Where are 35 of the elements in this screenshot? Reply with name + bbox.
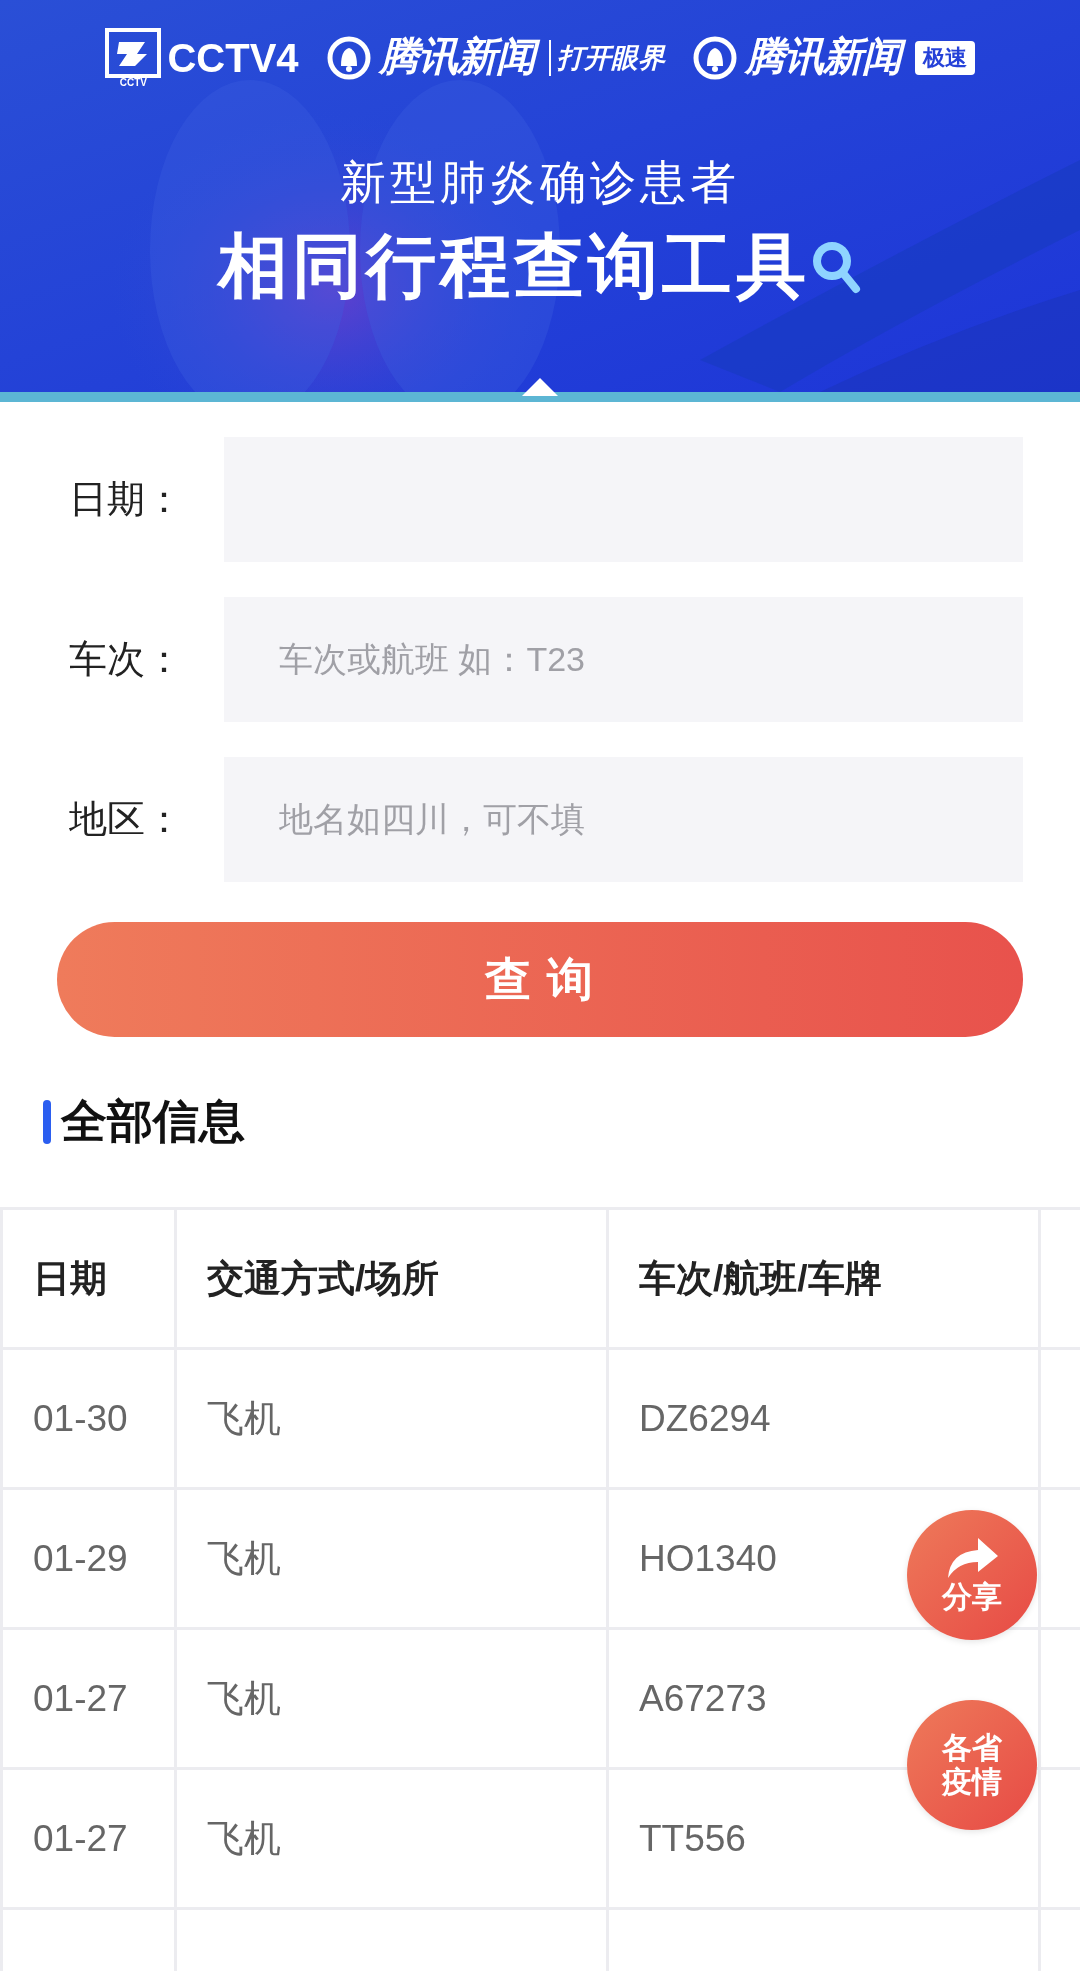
pointer-notch <box>522 378 558 396</box>
query-button[interactable]: 查 询 <box>57 922 1023 1037</box>
accent-bar <box>43 1100 51 1144</box>
bell-logo-icon <box>326 36 371 80</box>
province-epidemic-button[interactable]: 各省疫情 <box>907 1700 1037 1830</box>
table-cell: 飞机 <box>175 1348 608 1489</box>
column-header: 交通方式/场所 <box>175 1208 608 1349</box>
table-cell: 01-29 <box>1 1488 176 1629</box>
table-cell: 01-27 <box>1 1628 176 1769</box>
edition-badge: 极速 <box>914 41 975 75</box>
share-button[interactable]: 分享 <box>907 1510 1037 1640</box>
page-title: 相同行程查询工具 <box>218 226 810 307</box>
news-logo-text: 腾讯新闻 <box>742 28 909 88</box>
logo-caption: CCTV <box>119 78 148 88</box>
table-cell: 飞机 <box>175 1488 608 1629</box>
column-header: 日期 <box>1 1208 176 1349</box>
table-cell: 飞机 <box>175 1768 608 1909</box>
table-cell: 01-27 <box>1 1768 176 1909</box>
news-logo-text: 腾讯新闻 <box>376 28 543 88</box>
subtitle: 新型肺炎确诊患者 <box>340 155 740 210</box>
input-field[interactable]: 车次或航班 如：T23 <box>224 597 1023 722</box>
slogan: 打开眼界 <box>548 40 665 76</box>
channel-logo-text: CCTV4 <box>167 35 299 81</box>
table-cell: 飞机 <box>175 1628 608 1769</box>
input-field[interactable]: 地名如四川，可不填 <box>224 757 1023 882</box>
bell-logo-icon <box>692 36 737 80</box>
section-title: 全部信息 <box>61 1094 245 1149</box>
tv-logo-icon <box>105 28 162 78</box>
search-icon <box>810 239 862 295</box>
field-label: 车次： <box>68 637 184 682</box>
field-label: 地区： <box>68 797 184 842</box>
column-header: 车次/航班/车牌 <box>607 1208 1040 1349</box>
table-cell: DZ6294 <box>607 1348 1040 1489</box>
table-cell: 01-30 <box>1 1348 176 1489</box>
field-label: 日期： <box>68 477 184 522</box>
